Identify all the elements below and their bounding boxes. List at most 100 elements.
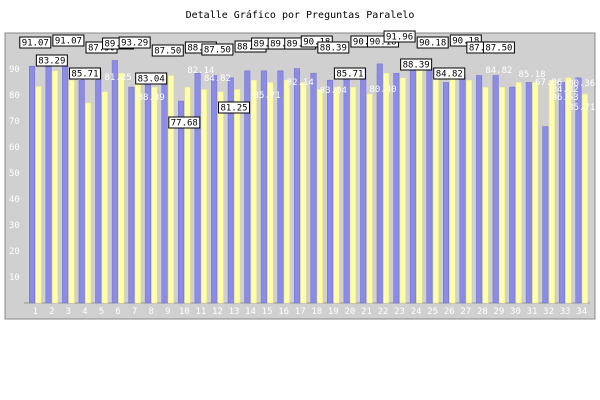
callout-label: 83.29 xyxy=(38,57,65,67)
x-tick-label: 1 xyxy=(33,307,38,317)
x-tick-label: 7 xyxy=(132,307,137,317)
callout-label: 77.68 xyxy=(171,119,198,129)
bar xyxy=(409,68,416,304)
bar xyxy=(366,93,373,304)
bar xyxy=(333,86,340,304)
x-tick-label: 31 xyxy=(527,307,538,317)
bar xyxy=(492,75,499,304)
x-tick-label: 10 xyxy=(179,307,190,317)
callout-label: 93.29 xyxy=(121,39,148,49)
bar xyxy=(525,82,532,304)
y-tick-label: 80 xyxy=(9,91,20,101)
y-tick-label: 20 xyxy=(9,247,20,257)
bar xyxy=(343,68,350,304)
bar xyxy=(317,89,324,304)
x-tick-label: 23 xyxy=(394,307,405,317)
bar xyxy=(151,86,158,304)
x-tick-label: 26 xyxy=(444,307,455,317)
bar xyxy=(532,82,539,304)
data-label: 81.25 xyxy=(105,73,132,83)
y-tick-label: 40 xyxy=(9,195,20,205)
bar xyxy=(194,72,201,304)
bar xyxy=(376,63,383,304)
bar xyxy=(558,82,565,304)
bar xyxy=(68,79,75,304)
bar xyxy=(101,91,108,304)
x-tick-label: 14 xyxy=(245,307,256,317)
bar xyxy=(399,77,406,304)
bar xyxy=(476,75,483,304)
bar xyxy=(581,93,588,304)
x-tick-label: 16 xyxy=(278,307,289,317)
callout-label: 87.50 xyxy=(154,47,181,57)
x-tick-label: 11 xyxy=(195,307,206,317)
bar xyxy=(443,82,449,304)
y-tick-label: 60 xyxy=(9,143,20,153)
bar xyxy=(168,75,174,304)
y-tick-label: 30 xyxy=(9,221,20,231)
callout-label: 85.71 xyxy=(336,70,363,80)
bar xyxy=(482,86,489,304)
bar xyxy=(178,100,185,304)
bar xyxy=(250,79,257,304)
x-tick-label: 19 xyxy=(328,307,339,317)
bar xyxy=(542,126,549,304)
bar xyxy=(459,75,466,304)
bar xyxy=(499,86,506,304)
bar xyxy=(383,72,390,304)
x-tick-label: 21 xyxy=(361,307,372,317)
x-tick-label: 20 xyxy=(344,307,355,317)
callout-label: 88.39 xyxy=(403,61,430,71)
data-label: 83.04 xyxy=(320,86,347,96)
bar xyxy=(35,86,42,304)
bar xyxy=(300,82,307,304)
bar xyxy=(62,65,69,304)
bar xyxy=(161,75,168,304)
callout-label: 85.71 xyxy=(71,70,98,80)
x-tick-label: 27 xyxy=(460,307,471,317)
bar xyxy=(134,79,141,304)
callout-label: 81.25 xyxy=(220,104,247,114)
bar xyxy=(111,60,118,304)
y-tick-label: 70 xyxy=(9,117,20,127)
callout-label: 84.82 xyxy=(436,70,463,80)
x-tick-label: 30 xyxy=(510,307,521,317)
callout-label: 91.07 xyxy=(22,39,49,49)
bar xyxy=(78,75,85,304)
bar xyxy=(310,72,317,304)
x-tick-label: 13 xyxy=(229,307,240,317)
x-tick-label: 9 xyxy=(165,307,170,317)
data-label: 82.14 xyxy=(287,78,314,88)
x-tick-label: 34 xyxy=(576,307,587,317)
callout-label: 90.18 xyxy=(419,39,446,49)
data-label: 88.39 xyxy=(138,93,165,103)
bar xyxy=(293,68,300,304)
bar xyxy=(277,70,284,304)
x-tick-label: 24 xyxy=(411,307,422,317)
bar xyxy=(416,68,423,304)
callout-label: 91.96 xyxy=(386,33,413,43)
bar xyxy=(393,72,400,304)
bar xyxy=(509,86,516,304)
x-tick-label: 25 xyxy=(427,307,438,317)
x-tick-label: 29 xyxy=(494,307,505,317)
callout-label: 83.04 xyxy=(138,75,165,85)
bar xyxy=(260,70,267,304)
bar xyxy=(234,89,241,304)
x-tick-label: 18 xyxy=(311,307,322,317)
callout-label: 87.50 xyxy=(204,46,231,56)
x-tick-label: 22 xyxy=(378,307,389,317)
bar xyxy=(432,72,439,304)
bar xyxy=(211,75,218,304)
callout-label: 88.39 xyxy=(320,44,347,54)
x-tick-label: 2 xyxy=(49,307,54,317)
x-tick-label: 33 xyxy=(560,307,571,317)
bar xyxy=(85,102,92,304)
bar xyxy=(548,79,555,304)
bar-chart: 1020304050607080901 2 3 4 5 6 7 8 9 10 11 12 13 14 15 1… xyxy=(4,30,596,320)
bar xyxy=(426,68,433,304)
bar xyxy=(283,79,290,304)
bar xyxy=(144,75,151,304)
bar xyxy=(217,91,224,304)
x-tick-label: 28 xyxy=(477,307,488,317)
